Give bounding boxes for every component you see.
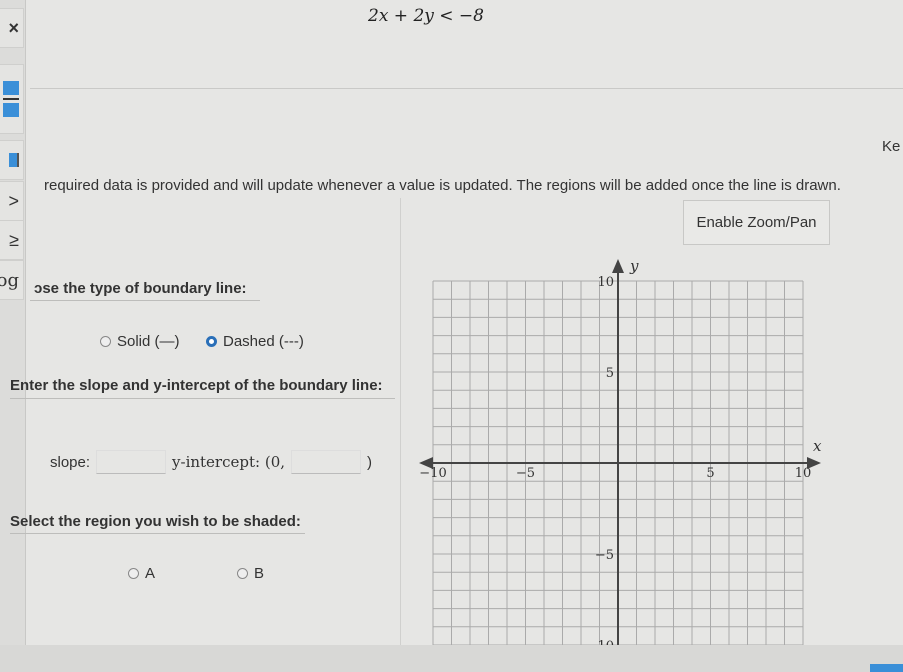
y-axis-arrow [612, 259, 624, 273]
x-tick-label: −10 [419, 466, 446, 481]
x-axis-label: x [813, 437, 822, 455]
y-tick-label: −5 [595, 548, 614, 563]
accent-button[interactable] [870, 664, 903, 672]
coordinate-grid[interactable]: −10−5510105−5−10xy [0, 0, 903, 672]
footer-bar [0, 645, 903, 672]
y-axis-label: y [629, 257, 639, 275]
y-tick-label: 10 [597, 275, 614, 290]
x-tick-label: 5 [706, 466, 714, 481]
x-tick-label: 10 [795, 466, 812, 481]
x-tick-label: −5 [516, 466, 535, 481]
y-tick-label: 5 [606, 366, 614, 381]
